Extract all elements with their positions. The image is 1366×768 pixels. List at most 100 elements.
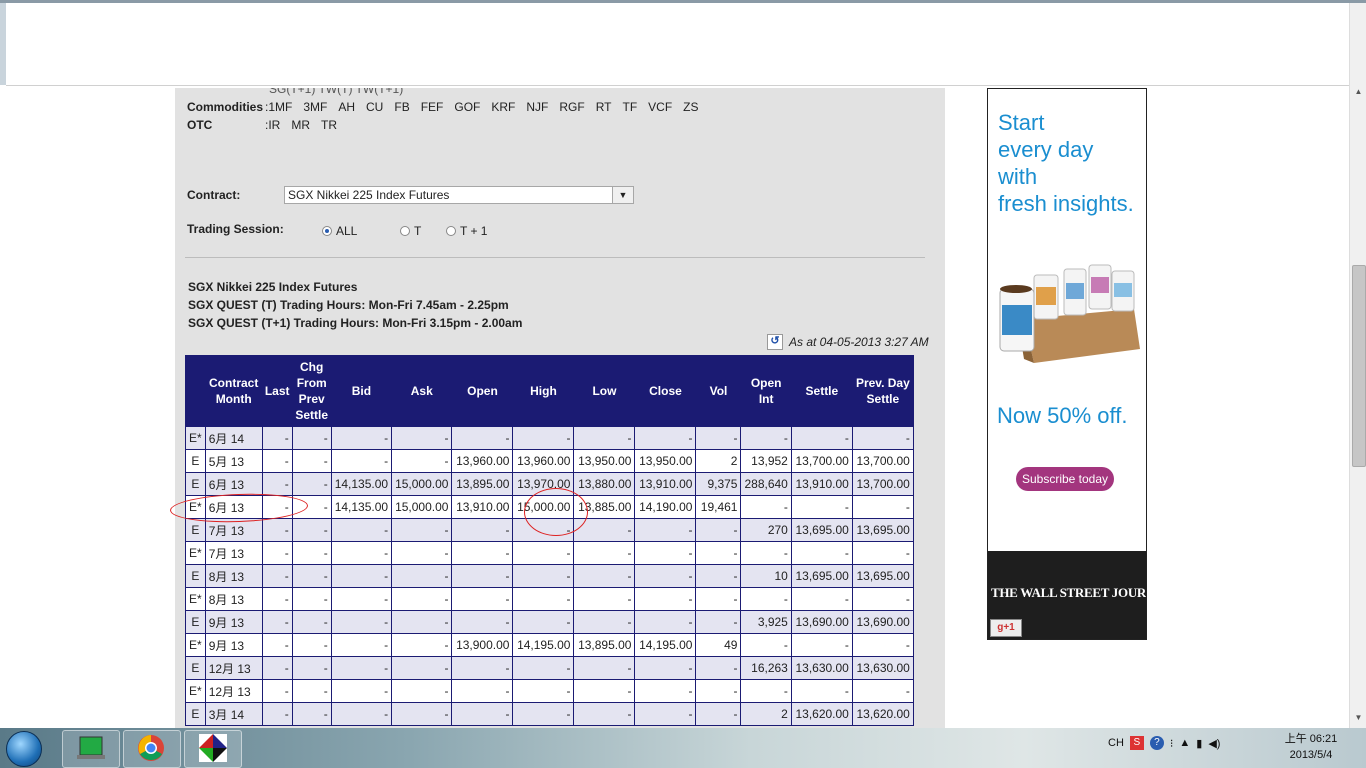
trading-app-icon	[199, 734, 227, 762]
chevron-down-icon[interactable]: ▼	[612, 187, 633, 203]
taskbar-app-trading[interactable]	[184, 730, 242, 768]
otc-link[interactable]: TR	[321, 118, 337, 132]
commodity-link[interactable]: 3MF	[303, 100, 327, 114]
commodity-link[interactable]: TF	[623, 100, 638, 114]
table-cell: -	[512, 679, 575, 703]
table-cell: -	[790, 495, 853, 519]
col-header-vol[interactable]: Vol	[695, 355, 742, 427]
radio-icon[interactable]	[446, 226, 456, 236]
contract-month-cell[interactable]: 9月 13	[204, 610, 263, 634]
table-row: E* 9月 13- - - -13,900.00 14,195.00 13,895.00 14…	[185, 633, 914, 657]
commodity-link[interactable]: RGF	[559, 100, 584, 114]
col-header-high[interactable]: High	[512, 355, 575, 427]
contract-month-cell[interactable]: 3月 14	[204, 702, 263, 726]
commodity-link[interactable]: KRF	[491, 100, 515, 114]
taskbar-app-monitor[interactable]	[62, 730, 120, 768]
system-clock[interactable]: 上午 06:21 2013/5/4	[1276, 731, 1346, 763]
session-radio-all[interactable]: ALL	[322, 224, 357, 238]
commodity-link[interactable]: RT	[596, 100, 612, 114]
contract-select[interactable]: SGX Nikkei 225 Index Futures ▼	[284, 186, 634, 204]
google-plus-button[interactable]: g+1	[990, 619, 1022, 637]
table-cell: -	[291, 587, 332, 611]
table-cell: -	[695, 610, 742, 634]
commodity-link[interactable]: FB	[394, 100, 409, 114]
contract-month-cell[interactable]: 6月 13	[204, 495, 263, 519]
col-header-close[interactable]: Close	[634, 355, 697, 427]
table-cell: 288,640	[740, 472, 792, 496]
contract-month-cell[interactable]: 8月 13	[204, 587, 263, 611]
tray-options-icon[interactable]: ⁝	[1170, 737, 1174, 750]
session-radio-t[interactable]: T	[400, 224, 421, 238]
col-header-prev-settle[interactable]: Prev. Day Settle	[851, 355, 914, 427]
col-header-last[interactable]: Last	[261, 355, 293, 427]
tray-expand-icon[interactable]: ▲	[1179, 737, 1190, 749]
gplus-label: +1	[1003, 622, 1015, 633]
table-cell: -	[512, 610, 575, 634]
language-indicator[interactable]: CH	[1108, 737, 1124, 749]
table-cell: -	[330, 656, 393, 680]
table-cell: 13,910.00	[634, 472, 697, 496]
wsj-advertisement[interactable]: Start every day with fresh insights. Now…	[987, 88, 1147, 640]
col-header-ask[interactable]: Ask	[391, 355, 453, 427]
partial-header-text: SG(T+1) TW(T) TW(T+1)	[269, 88, 404, 96]
scroll-thumb[interactable]	[1352, 265, 1366, 467]
windows-taskbar: CH S ? ⁝ ▲ ▮ ◀) 上午 06:21 2013/5/4	[0, 728, 1366, 768]
table-cell: -	[391, 679, 453, 703]
contract-month-cell[interactable]: 6月 14	[204, 426, 263, 450]
otc-link[interactable]: MR	[291, 118, 310, 132]
table-cell: 13,910.00	[451, 495, 514, 519]
table-cell: E*	[185, 541, 206, 565]
contract-month-cell[interactable]: 9月 13	[204, 633, 263, 657]
taskbar-app-chrome[interactable]	[123, 730, 181, 768]
subscribe-button[interactable]: Subscribe today	[1016, 467, 1114, 491]
commodity-link[interactable]: ZS	[683, 100, 698, 114]
col-header-open[interactable]: Open	[451, 355, 514, 427]
session-option-label: T + 1	[460, 224, 488, 238]
table-cell: 13,695.00	[851, 518, 914, 542]
table-row: E* 8月 13- - - - - - - - - - - -	[185, 587, 914, 611]
col-header-bid[interactable]: Bid	[330, 355, 393, 427]
col-header-open-int[interactable]: Open Int	[740, 355, 792, 427]
start-button-icon[interactable]	[6, 731, 42, 767]
refresh-icon[interactable]: ↺	[767, 334, 783, 350]
table-cell: -	[851, 633, 914, 657]
help-icon[interactable]: ?	[1149, 736, 1164, 750]
contract-month-cell[interactable]: 7月 13	[204, 541, 263, 565]
volume-icon[interactable]: ◀)	[1208, 737, 1220, 750]
commodity-link[interactable]: GOF	[454, 100, 480, 114]
commodity-link[interactable]: NJF	[526, 100, 548, 114]
col-header-settle[interactable]: Settle	[790, 355, 853, 427]
col-header-contract-month[interactable]: Contract Month	[204, 355, 263, 427]
chrome-icon	[138, 735, 164, 761]
sogou-icon[interactable]: S	[1129, 736, 1144, 750]
commodity-link[interactable]: CU	[366, 100, 383, 114]
table-cell: -	[391, 564, 453, 588]
scroll-down-arrow-icon[interactable]: ▼	[1350, 713, 1366, 727]
vertical-scrollbar[interactable]: ▲ ▼	[1349, 3, 1366, 728]
scroll-up-arrow-icon[interactable]: ▲	[1350, 87, 1366, 101]
contract-month-cell[interactable]: 5月 13	[204, 449, 263, 473]
radio-icon[interactable]	[400, 226, 410, 236]
session-radio-t1[interactable]: T + 1	[446, 224, 487, 238]
commodity-link[interactable]: VCF	[648, 100, 672, 114]
contract-month-cell[interactable]: 7月 13	[204, 518, 263, 542]
contract-month-cell[interactable]: 12月 13	[204, 656, 263, 680]
contract-month-cell[interactable]: 8月 13	[204, 564, 263, 588]
contract-selected-value: SGX Nikkei 225 Index Futures	[288, 188, 450, 202]
table-cell: 13,885.00	[573, 495, 636, 519]
commodity-link[interactable]: FEF	[421, 100, 444, 114]
col-header-low[interactable]: Low	[573, 355, 636, 427]
table-cell: -	[261, 679, 293, 703]
contract-month-cell[interactable]: 6月 13	[204, 472, 263, 496]
network-icon[interactable]: ▮	[1196, 737, 1202, 750]
commodity-link[interactable]: AH	[338, 100, 355, 114]
contract-month-cell[interactable]: 12月 13	[204, 679, 263, 703]
commodity-link[interactable]: 1MF	[268, 100, 292, 114]
otc-link[interactable]: IR	[268, 118, 280, 132]
table-row: E* 12月 13- - - - - - - - - - - -	[185, 679, 914, 703]
table-cell: 13,895.00	[573, 633, 636, 657]
col-header-chg[interactable]: Chg From Prev Settle	[291, 355, 332, 427]
radio-selected-icon[interactable]	[322, 226, 332, 236]
ad-headline-line: fresh insights.	[998, 191, 1134, 216]
table-cell: E	[185, 564, 206, 588]
